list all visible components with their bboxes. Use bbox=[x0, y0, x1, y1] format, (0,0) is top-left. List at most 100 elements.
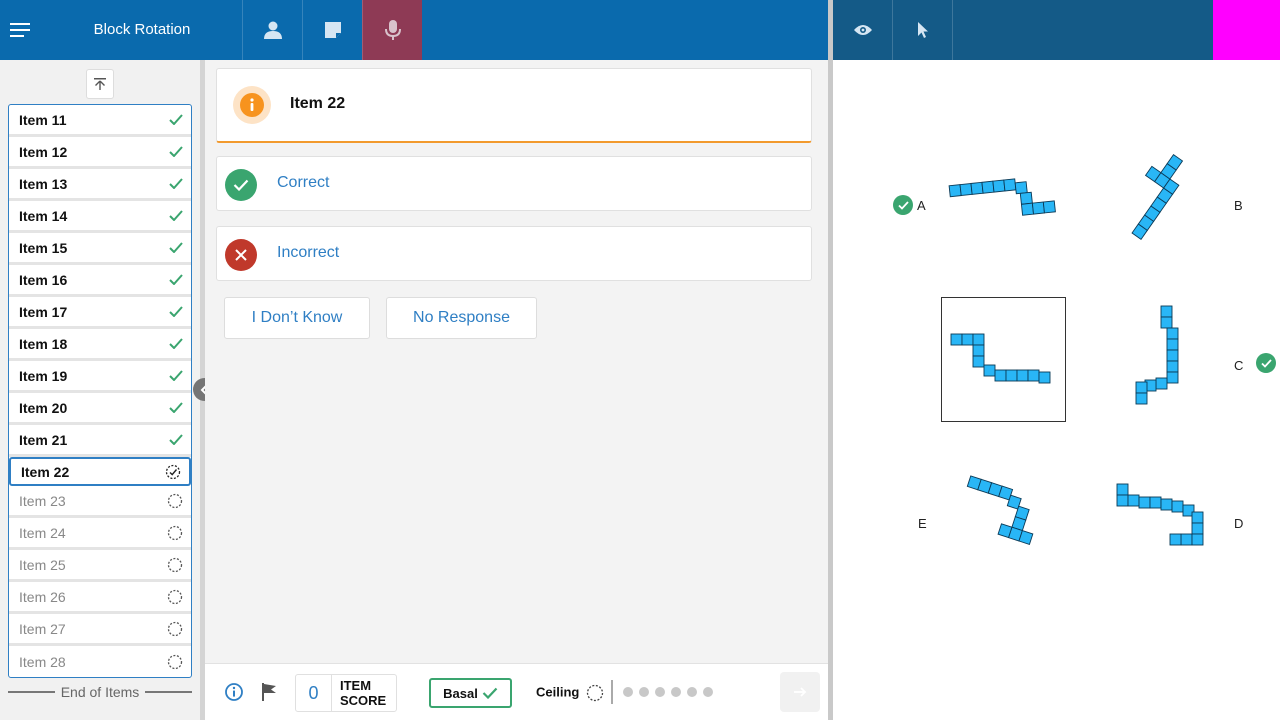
item-label: Item 24 bbox=[19, 524, 66, 541]
correct-option[interactable]: Correct bbox=[216, 156, 812, 211]
list-item[interactable]: Item 17 bbox=[9, 297, 191, 329]
stimulus-toolbar bbox=[833, 0, 1280, 60]
check-icon bbox=[169, 274, 183, 285]
pending-icon bbox=[167, 557, 183, 572]
arrow-to-top-icon bbox=[94, 78, 106, 90]
scroll-top-button[interactable] bbox=[86, 69, 114, 99]
check-icon bbox=[169, 146, 183, 157]
pending-icon bbox=[167, 654, 183, 670]
item-label: Item 12 bbox=[19, 143, 68, 160]
ceiling-progress-dots bbox=[623, 687, 713, 697]
check-icon bbox=[233, 179, 249, 191]
progress-dot bbox=[671, 687, 681, 697]
examinee-button[interactable] bbox=[242, 0, 302, 60]
flag-icon[interactable] bbox=[261, 682, 277, 702]
menu-icon bbox=[10, 23, 30, 37]
dont-know-button[interactable]: I Don’t Know bbox=[224, 297, 370, 339]
block-shape-e[interactable] bbox=[953, 474, 1053, 564]
in-progress-icon bbox=[165, 464, 181, 479]
progress-dot bbox=[687, 687, 697, 697]
list-item-current[interactable]: Item 22 bbox=[9, 457, 191, 486]
pending-icon bbox=[167, 621, 183, 636]
end-of-items: End of Items bbox=[8, 684, 192, 700]
option-label-b: B bbox=[1234, 198, 1243, 213]
pending-icon bbox=[586, 684, 604, 702]
info-icon bbox=[240, 93, 264, 117]
record-button[interactable] bbox=[362, 0, 422, 60]
next-item-button[interactable] bbox=[780, 672, 820, 712]
item-label: Item 11 bbox=[19, 111, 67, 128]
list-item[interactable]: Item 27 bbox=[9, 614, 191, 646]
no-response-button[interactable]: No Response bbox=[386, 297, 537, 339]
block-shape-c[interactable] bbox=[1127, 300, 1197, 418]
check-icon bbox=[169, 210, 183, 221]
eye-icon bbox=[853, 25, 872, 35]
person-icon bbox=[263, 21, 282, 39]
block-shape-a[interactable] bbox=[945, 170, 1065, 232]
check-icon bbox=[169, 242, 183, 253]
close-icon bbox=[235, 249, 247, 261]
menu-button[interactable] bbox=[0, 0, 42, 60]
scoring-footer: 0 ITEM SCORE Basal Ceiling bbox=[205, 663, 828, 720]
item-label: Item 21 bbox=[19, 431, 68, 448]
pointer-button[interactable] bbox=[893, 0, 953, 60]
list-item[interactable]: Item 28 bbox=[9, 646, 191, 677]
list-item[interactable]: Item 11 bbox=[9, 105, 191, 137]
progress-dot bbox=[655, 687, 665, 697]
pointer-icon bbox=[917, 22, 928, 38]
block-shape-d[interactable] bbox=[1113, 480, 1213, 560]
item-label: Item 16 bbox=[19, 271, 68, 288]
check-icon bbox=[897, 200, 909, 210]
progress-dot bbox=[703, 687, 713, 697]
info-badge bbox=[233, 86, 271, 124]
item-label: Item 28 bbox=[19, 654, 66, 670]
item-label: Item 18 bbox=[19, 335, 68, 352]
item-label: Item 14 bbox=[19, 207, 68, 224]
list-item[interactable]: Item 25 bbox=[9, 550, 191, 582]
list-item[interactable]: Item 26 bbox=[9, 582, 191, 614]
item-sidebar: Item 11 Item 12 Item 13 Item 14 Item 15 … bbox=[0, 60, 200, 720]
list-item[interactable]: Item 20 bbox=[9, 393, 191, 425]
item-label: Item 27 bbox=[19, 620, 66, 637]
divider bbox=[8, 691, 55, 693]
incorrect-label: Incorrect bbox=[277, 244, 340, 261]
correct-marker-a bbox=[893, 195, 913, 215]
list-item[interactable]: Item 19 bbox=[9, 361, 191, 393]
check-icon bbox=[169, 370, 183, 381]
basal-label: Basal bbox=[443, 685, 478, 701]
info-outline-icon[interactable] bbox=[224, 682, 244, 702]
list-item[interactable]: Item 13 bbox=[9, 169, 191, 201]
list-item[interactable]: Item 12 bbox=[9, 137, 191, 169]
list-item[interactable]: Item 15 bbox=[9, 233, 191, 265]
item-label: Item 19 bbox=[19, 367, 68, 384]
scoring-panel: Item 22 Correct Incorrect I Don’t Know N… bbox=[205, 60, 828, 663]
list-item[interactable]: Item 16 bbox=[9, 265, 191, 297]
list-item[interactable]: Item 21 bbox=[9, 425, 191, 457]
ceiling-status: Ceiling bbox=[536, 684, 604, 702]
option-label-a: A bbox=[917, 198, 926, 213]
view-button[interactable] bbox=[833, 0, 893, 60]
notes-button[interactable] bbox=[302, 0, 362, 60]
item-label: Item 23 bbox=[19, 492, 66, 509]
divider bbox=[611, 680, 613, 704]
item-title: Item 22 bbox=[290, 95, 346, 112]
option-label-c: C bbox=[1234, 358, 1244, 373]
pending-icon bbox=[167, 589, 183, 604]
item-score-box: 0 ITEM SCORE bbox=[295, 674, 397, 712]
top-toolbar: Block Rotation bbox=[0, 0, 828, 60]
list-item[interactable]: Item 18 bbox=[9, 329, 191, 361]
list-item[interactable]: Item 23 bbox=[9, 486, 191, 518]
correct-label: Correct bbox=[277, 174, 330, 191]
item-score-value[interactable]: 0 bbox=[296, 675, 332, 711]
list-item[interactable]: Item 24 bbox=[9, 518, 191, 550]
basal-status: Basal bbox=[429, 678, 512, 708]
check-icon bbox=[169, 178, 183, 189]
arrow-right-icon bbox=[794, 687, 807, 697]
pending-icon bbox=[167, 525, 183, 540]
stimulus-panel: A B C E D bbox=[833, 60, 1280, 720]
check-icon bbox=[169, 338, 183, 349]
list-item[interactable]: Item 14 bbox=[9, 201, 191, 233]
block-shape-b[interactable] bbox=[1113, 154, 1213, 248]
incorrect-badge bbox=[225, 239, 257, 271]
incorrect-option[interactable]: Incorrect bbox=[216, 226, 812, 281]
